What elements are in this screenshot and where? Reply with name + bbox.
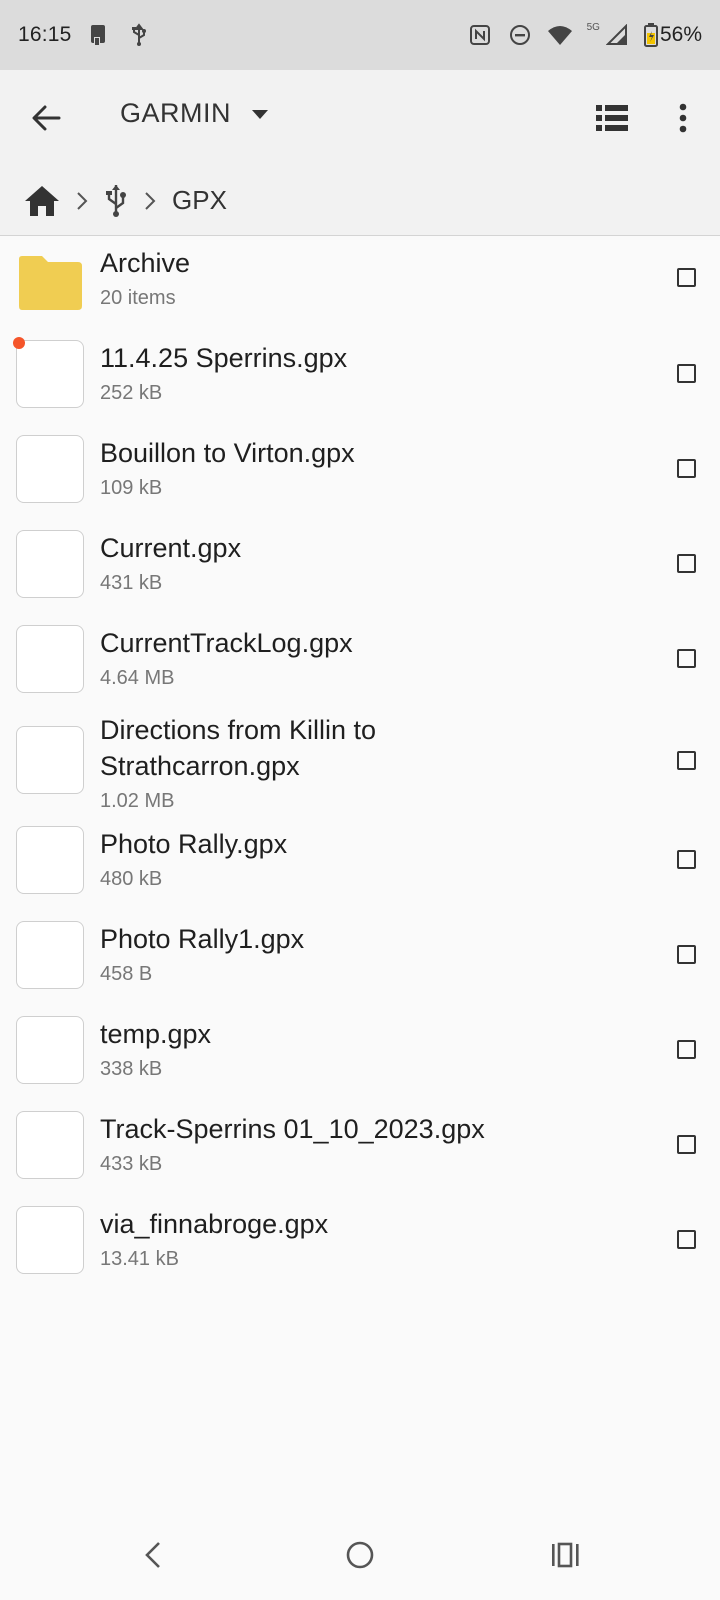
signal-icon	[604, 22, 630, 48]
file-thumbnail	[16, 921, 84, 989]
battery-percent: 56%	[659, 23, 702, 46]
list-item-file[interactable]: Photo Rally1.gpx 458 B	[0, 917, 720, 1012]
list-item-file[interactable]: Photo Rally.gpx 480 kB	[0, 822, 720, 917]
do-not-disturb-icon	[507, 22, 533, 48]
item-name: Current.gpx	[100, 533, 242, 563]
breadcrumb-home[interactable]	[24, 185, 60, 217]
item-meta: 252 kB	[100, 382, 163, 404]
status-bar: 16:15 5G 56%	[0, 0, 720, 70]
breadcrumb-current[interactable]: GPX	[172, 185, 227, 216]
more-options-button[interactable]	[668, 100, 698, 136]
file-thumbnail	[16, 625, 84, 693]
list-item-file[interactable]: Directions from Killin to Strathcarron.g…	[0, 712, 720, 822]
item-meta: 338 kB	[100, 1058, 163, 1080]
list-view-button[interactable]	[594, 101, 630, 135]
item-name: temp.gpx	[100, 1019, 212, 1049]
file-thumbnail	[16, 435, 84, 503]
item-name: CurrentTrackLog.gpx	[100, 628, 353, 658]
status-right: 5G 56%	[467, 22, 702, 48]
file-thumbnail	[16, 340, 84, 408]
home-icon	[25, 185, 59, 216]
list-item-folder[interactable]: Archive 20 items	[0, 237, 720, 332]
item-name: Bouillon to Virton.gpx	[100, 438, 355, 468]
item-meta: 1.02 MB	[100, 790, 175, 812]
item-name: Track-Sperrins 01_10_2023.gpx	[100, 1114, 485, 1144]
item-meta: 480 kB	[100, 868, 163, 890]
item-checkbox[interactable]	[677, 751, 696, 770]
more-vert-icon	[679, 103, 687, 133]
usb-icon	[126, 22, 152, 48]
file-thumbnail	[16, 530, 84, 598]
list-view-icon	[596, 105, 628, 131]
status-left: 16:15	[18, 22, 152, 48]
file-thumbnail	[16, 1206, 84, 1274]
item-checkbox[interactable]	[677, 1230, 696, 1249]
folder-icon	[19, 256, 82, 310]
breadcrumb-usb[interactable]	[104, 184, 128, 218]
item-meta: 431 kB	[100, 572, 163, 594]
system-nav-bar	[0, 1510, 720, 1600]
item-meta: 458 B	[100, 963, 153, 985]
network-type-label: 5G	[586, 21, 600, 33]
item-checkbox[interactable]	[677, 1040, 696, 1059]
dropdown-caret-icon	[252, 109, 268, 119]
nav-home-icon	[346, 1541, 374, 1569]
toolbar-title: GARMIN	[120, 98, 231, 128]
file-thumbnail	[16, 726, 84, 794]
list-item-file[interactable]: Track-Sperrins 01_10_2023.gpx 433 kB	[0, 1107, 720, 1202]
chevron-right-icon	[128, 191, 172, 211]
battery-group: 56%	[643, 22, 702, 48]
back-button[interactable]	[28, 100, 64, 136]
file-thumbnail	[16, 1016, 84, 1084]
location-dropdown[interactable]: GARMIN	[120, 98, 269, 129]
item-meta: 433 kB	[100, 1153, 163, 1175]
item-name: Photo Rally.gpx	[100, 829, 288, 859]
item-meta: 109 kB	[100, 477, 163, 499]
list-item-file[interactable]: Bouillon to Virton.gpx 109 kB	[0, 427, 720, 522]
item-checkbox[interactable]	[677, 850, 696, 869]
item-checkbox[interactable]	[677, 945, 696, 964]
nav-back-icon	[145, 1542, 160, 1568]
list-item-file[interactable]: CurrentTrackLog.gpx 4.64 MB	[0, 617, 720, 712]
item-checkbox[interactable]	[677, 649, 696, 668]
item-meta: 13.41 kB	[100, 1248, 179, 1270]
nav-home-button[interactable]	[335, 1530, 385, 1580]
file-thumbnail	[16, 1111, 84, 1179]
app-toolbar: GARMIN	[0, 70, 720, 166]
chevron-right-icon	[60, 191, 104, 211]
item-name: Archive	[100, 248, 191, 278]
wifi-icon	[547, 22, 573, 48]
item-name: Directions from Killin to Strathcarron.g…	[100, 715, 377, 781]
list-item-file[interactable]: 11.4.25 Sperrins.gpx 252 kB	[0, 332, 720, 427]
item-checkbox[interactable]	[677, 554, 696, 573]
list-item-file[interactable]: via_finnabroge.gpx 13.41 kB	[0, 1202, 720, 1297]
status-time: 16:15	[18, 23, 72, 46]
item-checkbox[interactable]	[677, 1135, 696, 1154]
nav-recents-button[interactable]	[540, 1530, 590, 1580]
item-checkbox[interactable]	[677, 268, 696, 287]
item-name: Photo Rally1.gpx	[100, 924, 305, 954]
item-meta: 20 items	[100, 287, 176, 309]
nfc-icon	[467, 22, 493, 48]
new-indicator-dot	[13, 337, 25, 349]
breadcrumb: GPX	[0, 166, 720, 236]
usb-icon	[106, 184, 126, 217]
tablet-icon	[86, 22, 112, 48]
back-arrow-icon	[32, 105, 61, 131]
file-list: Archive 20 items 11.4.25 Sperrins.gpx 25…	[0, 237, 720, 1297]
battery-icon	[643, 22, 658, 48]
item-checkbox[interactable]	[677, 364, 696, 383]
file-thumbnail	[16, 826, 84, 894]
list-item-file[interactable]: temp.gpx 338 kB	[0, 1012, 720, 1107]
nav-back-button[interactable]	[128, 1530, 178, 1580]
list-item-file[interactable]: Current.gpx 431 kB	[0, 522, 720, 617]
item-meta: 4.64 MB	[100, 667, 175, 689]
item-checkbox[interactable]	[677, 459, 696, 478]
nav-recents-icon	[552, 1542, 579, 1568]
item-name: 11.4.25 Sperrins.gpx	[100, 343, 348, 373]
item-name: via_finnabroge.gpx	[100, 1209, 329, 1239]
